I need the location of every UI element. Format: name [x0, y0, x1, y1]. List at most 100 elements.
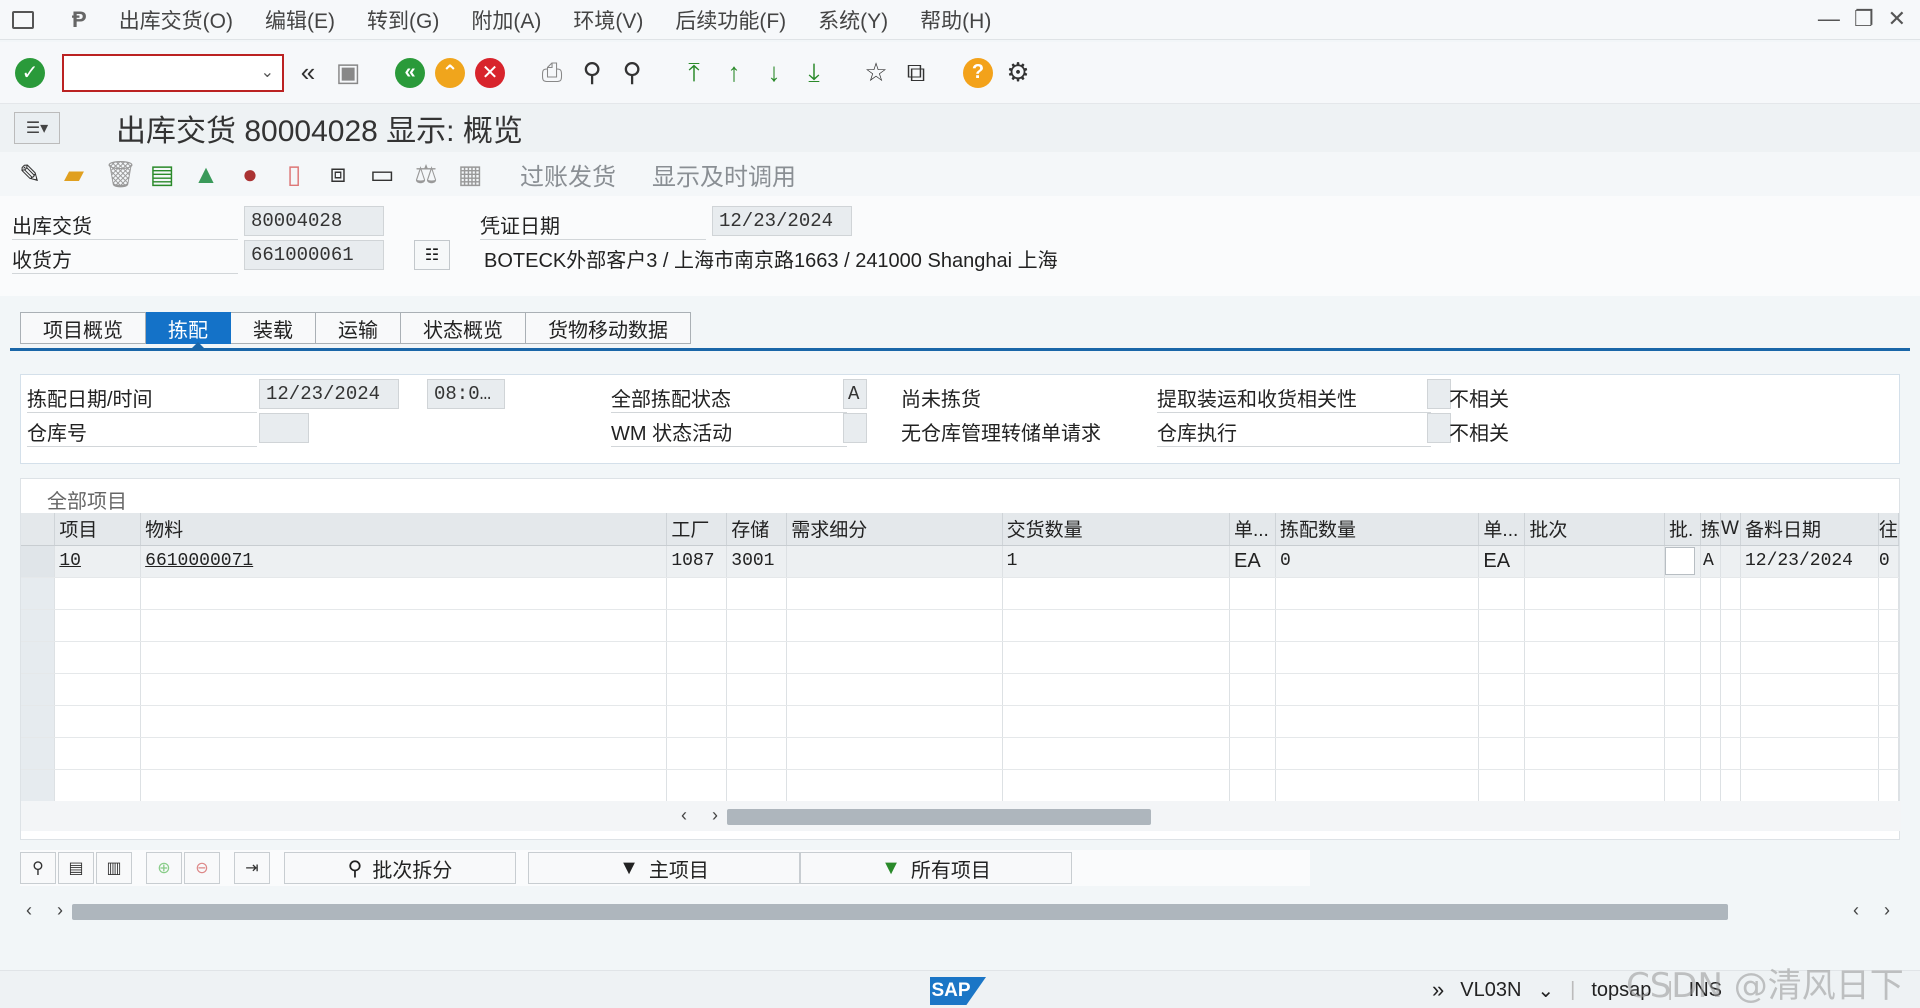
picking-date-field[interactable]: 12/23/2024 — [259, 379, 399, 409]
warehouse-execution-field — [1427, 413, 1451, 443]
find-icon[interactable]: ⚲ — [576, 57, 608, 89]
plant-cell: 1087 — [666, 545, 728, 578]
col-material[interactable]: 物料 — [140, 513, 668, 546]
tab-picking[interactable]: 拣配 — [146, 312, 231, 344]
row-selector[interactable] — [21, 545, 56, 578]
col-item[interactable]: 项目 — [54, 513, 142, 546]
prev-page-icon[interactable]: ↑ — [718, 57, 750, 89]
batch-cell[interactable] — [1524, 545, 1665, 578]
expand-status-icon[interactable]: » — [1432, 977, 1444, 1003]
last-page-icon[interactable]: ⤓ — [798, 57, 830, 89]
picking-time-field[interactable]: 08:0… — [427, 379, 505, 409]
wm-activity-label: WM 状态活动 — [611, 417, 847, 447]
chevron-down-icon[interactable]: ⌄ — [1537, 978, 1554, 1003]
col-plant[interactable]: 工厂 — [666, 513, 728, 546]
chevron-down-icon[interactable]: ⌄ — [261, 62, 274, 82]
col-picked-qty[interactable]: 拣配数量 — [1275, 513, 1480, 546]
next-page-icon[interactable]: ↓ — [758, 57, 790, 89]
menu-system[interactable]: 系统(Y) — [818, 5, 888, 35]
shortcut-icon[interactable]: ⧉ — [900, 57, 932, 89]
menu-bar: Ᵽ 出库交货(O) 编辑(E) 转到(G) 附加(A) 环境(V) 后续功能(F… — [0, 0, 1920, 40]
close-window-icon[interactable]: ✕ — [1888, 6, 1906, 32]
menu-extras[interactable]: 附加(A) — [471, 5, 541, 35]
select-all-icon[interactable]: ▤ — [58, 852, 94, 884]
address-details-icon[interactable]: ☷ — [414, 240, 450, 270]
doc-date-label: 凭证日期 — [480, 210, 706, 240]
main-items-button[interactable]: ▼ 主项目 — [528, 852, 800, 884]
hat-icon[interactable]: ● — [236, 159, 264, 190]
col-unit-2[interactable]: 单... — [1478, 513, 1526, 546]
col-batch[interactable]: 批次 — [1524, 513, 1665, 546]
back-icon[interactable]: « — [394, 57, 426, 89]
warehouse-number-field[interactable] — [259, 413, 309, 443]
mountain-icon[interactable]: ▲ — [192, 159, 220, 190]
menu-outbound-delivery[interactable]: 出库交货(O) — [119, 5, 233, 35]
wm-cell — [1720, 545, 1741, 578]
item-number-link[interactable]: 10 — [59, 551, 81, 571]
create-session-icon[interactable]: ☆ — [860, 57, 892, 89]
scroll-left-icon[interactable]: ‹ › — [26, 900, 73, 921]
picked-qty-cell[interactable]: 0 — [1275, 545, 1480, 578]
help-icon[interactable]: ? — [962, 57, 994, 89]
system-menu-icon[interactable] — [12, 10, 34, 29]
display-change-icon[interactable]: ✎ — [16, 159, 44, 190]
all-items-button[interactable]: ▼ 所有项目 — [800, 852, 1072, 884]
other-delivery-icon[interactable]: ▰ — [60, 159, 88, 190]
scroll-thumb[interactable] — [727, 809, 1151, 825]
deselect-all-icon[interactable]: ▥ — [96, 852, 132, 884]
back-double-icon[interactable]: « — [292, 57, 324, 89]
menu-edit[interactable]: 编辑(E) — [265, 5, 335, 35]
col-material-availability-date[interactable]: 备料日期 — [1740, 513, 1879, 546]
details-icon[interactable]: ⚲ — [20, 852, 56, 884]
col-delivery-qty[interactable]: 交货数量 — [1002, 513, 1230, 546]
settings-icon[interactable]: ⚙ — [1002, 57, 1034, 89]
batch-split-checkbox[interactable] — [1664, 547, 1695, 575]
batch-split-button[interactable]: ⚲ 批次拆分 — [284, 852, 516, 884]
col-batch-split[interactable]: 批. — [1664, 513, 1701, 546]
select-all-header[interactable] — [21, 513, 56, 546]
menu-goto[interactable]: 转到(G) — [367, 5, 439, 35]
col-more[interactable]: 往 — [1878, 513, 1900, 546]
minimize-icon[interactable]: — — [1818, 6, 1840, 32]
delivery-number-field[interactable]: 80004028 — [244, 206, 384, 236]
scroll-arrows-icon[interactable]: ‹ › — [681, 805, 728, 826]
col-wm[interactable]: W — [1720, 513, 1741, 546]
exit-icon[interactable]: ⌃ — [434, 57, 466, 89]
scroll-right-icon[interactable]: ‹ › — [1853, 900, 1900, 921]
check-icon[interactable]: ✓ — [14, 57, 46, 89]
find-next-icon[interactable]: ⚲ — [616, 57, 648, 89]
command-input[interactable] — [68, 56, 248, 89]
doc-date-field[interactable]: 12/23/2024 — [712, 206, 852, 236]
tab-transport[interactable]: 运输 — [316, 312, 401, 344]
menu-toggle-icon[interactable]: ☰▾ — [14, 112, 60, 144]
tab-status-overview[interactable]: 状态概览 — [401, 312, 526, 344]
tab-strip: 项目概览 拣配 装载 运输 状态概览 货物移动数据 — [20, 312, 691, 344]
col-picking-status[interactable]: 拣 — [1700, 513, 1721, 546]
overall-picking-status-field: A — [843, 379, 867, 409]
col-requirement-segment[interactable]: 需求细分 — [786, 513, 1003, 546]
menu-subsequent-functions[interactable]: 后续功能(F) — [675, 5, 786, 35]
ship-to-field[interactable]: 661000061 — [244, 240, 384, 270]
command-field[interactable]: ⌄ — [62, 53, 284, 92]
p-icon[interactable]: Ᵽ — [72, 7, 87, 33]
table-horizontal-scrollbar[interactable]: ‹ › — [21, 801, 1901, 831]
col-unit[interactable]: 单... — [1229, 513, 1276, 546]
restore-icon[interactable]: ❐ — [1854, 6, 1874, 32]
tab-item-overview[interactable]: 项目概览 — [20, 312, 146, 344]
first-page-icon[interactable]: ⤒ — [678, 57, 710, 89]
tab-goods-movement-data[interactable]: 货物移动数据 — [526, 312, 691, 344]
screen-scroll-thumb[interactable] — [72, 904, 1728, 920]
copy-qty-icon[interactable]: ⇥ — [234, 852, 270, 884]
tab-loading[interactable]: 装载 — [231, 312, 316, 344]
screen-horizontal-scrollbar[interactable]: ‹ › ‹ › — [20, 900, 1900, 924]
document-flow-icon[interactable]: ▤ — [148, 159, 176, 190]
output-icon: ▯ — [286, 158, 302, 189]
table-row[interactable]: 10 6610000071 1087 3001 1 EA 0 EA A 12/2… — [21, 545, 1900, 578]
menu-environment[interactable]: 环境(V) — [573, 5, 643, 35]
cancel-icon[interactable]: ✕ — [474, 57, 506, 89]
book-icon[interactable]: ▭ — [368, 159, 396, 190]
material-number-link[interactable]: 6610000071 — [145, 551, 253, 571]
col-storage[interactable]: 存储 — [726, 513, 788, 546]
package-icon[interactable]: ⧈ — [324, 158, 352, 190]
menu-help[interactable]: 帮助(H) — [920, 5, 991, 35]
